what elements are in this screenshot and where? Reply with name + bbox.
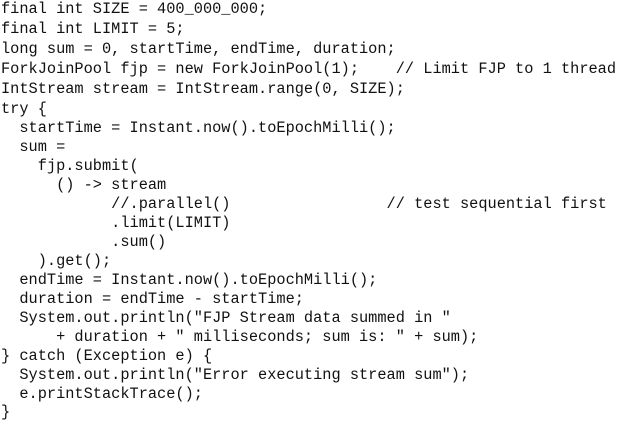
code-line-17: System.out.println("FJP Stream data summ… bbox=[1, 309, 451, 327]
code-line-4: ForkJoinPool fjp = new ForkJoinPool(1); … bbox=[1, 60, 617, 78]
code-line-8: sum = bbox=[1, 138, 66, 156]
code-line-7: startTime = Instant.now().toEpochMilli()… bbox=[1, 119, 396, 137]
code-line-13: .sum() bbox=[1, 233, 167, 251]
code-line-16: duration = endTime - startTime; bbox=[1, 290, 304, 308]
code-line-12: .limit(LIMIT) bbox=[1, 214, 231, 232]
code-line-14: ).get(); bbox=[1, 252, 112, 270]
code-line-1: final int SIZE = 400_000_000; bbox=[1, 0, 268, 18]
code-line-20: System.out.println("Error executing stre… bbox=[1, 366, 470, 384]
code-line-18: + duration + " milliseconds; sum is: " +… bbox=[1, 328, 479, 346]
code-line-6: try { bbox=[1, 100, 47, 118]
code-line-22: } bbox=[1, 403, 11, 421]
code-line-11: //.parallel() // test sequential first bbox=[1, 195, 607, 213]
code-line-15: endTime = Instant.now().toEpochMilli(); bbox=[1, 271, 378, 289]
code-line-10: () -> stream bbox=[1, 176, 167, 194]
code-line-9: fjp.submit( bbox=[1, 157, 139, 175]
code-line-19: } catch (Exception e) { bbox=[1, 347, 213, 365]
code-line-2: final int LIMIT = 5; bbox=[1, 20, 185, 38]
code-line-5: IntStream stream = IntStream.range(0, SI… bbox=[1, 80, 405, 98]
code-line-3: long sum = 0, startTime, endTime, durati… bbox=[1, 40, 396, 58]
code-listing: final int SIZE = 400_000_000; final int … bbox=[0, 0, 633, 422]
code-line-21: e.printStackTrace(); bbox=[1, 385, 203, 403]
